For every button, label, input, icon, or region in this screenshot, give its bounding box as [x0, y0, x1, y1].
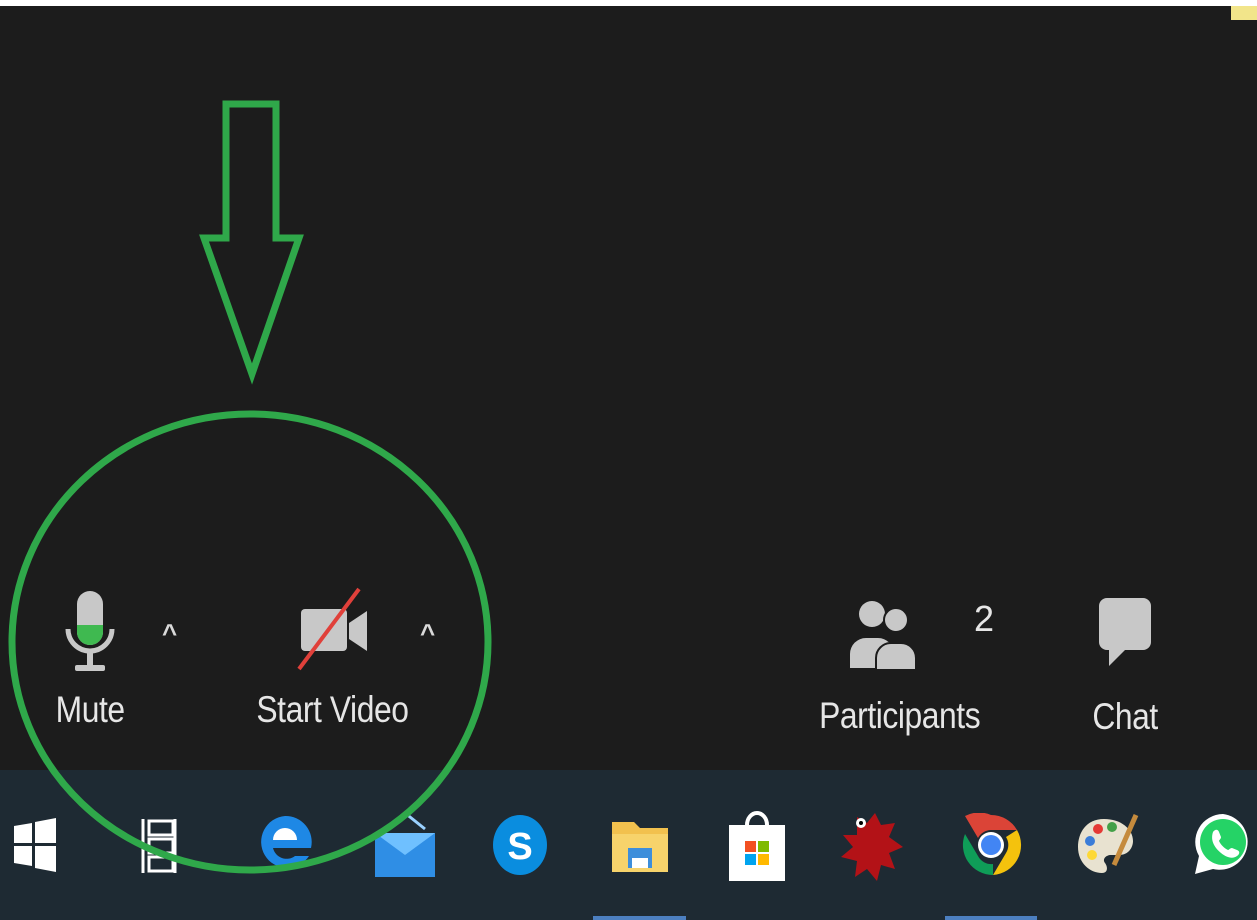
- whatsapp-app[interactable]: [1188, 770, 1257, 920]
- microphone-icon: [65, 591, 115, 671]
- task-view-icon: [141, 819, 177, 873]
- chat-bubble-icon: [1099, 598, 1151, 666]
- chrome-app[interactable]: [945, 770, 1037, 920]
- store-app[interactable]: [712, 770, 802, 920]
- windows-icon: [14, 818, 56, 872]
- folder-icon: [611, 822, 668, 872]
- red-creature-icon: [841, 813, 903, 881]
- start-video-label: Start Video: [256, 689, 409, 730]
- meeting-window: [0, 6, 1257, 770]
- chat-button[interactable]: Chat: [1070, 592, 1180, 738]
- skype-app[interactable]: S: [480, 770, 560, 920]
- red-app[interactable]: [828, 770, 918, 920]
- participants-count: 2: [974, 598, 995, 639]
- windows-taskbar: S: [0, 770, 1257, 920]
- chat-label: Chat: [1092, 696, 1158, 737]
- edge-app[interactable]: [240, 770, 330, 920]
- paint-app[interactable]: [1062, 770, 1152, 920]
- task-view-button[interactable]: [120, 770, 200, 920]
- mail-icon: [375, 811, 435, 877]
- skype-icon: S: [493, 815, 547, 875]
- mute-label: Mute: [55, 689, 125, 730]
- edge-icon: [261, 815, 312, 868]
- mail-app[interactable]: [360, 770, 450, 920]
- video-options-caret[interactable]: ^: [420, 618, 435, 649]
- start-video-button[interactable]: Start Video: [240, 585, 425, 731]
- participants-icon: [850, 601, 917, 671]
- audio-options-caret[interactable]: ^: [162, 618, 177, 649]
- corner-highlight: [1231, 6, 1257, 20]
- svg-text:S: S: [507, 826, 532, 868]
- video-off-icon: [296, 587, 367, 671]
- participants-button[interactable]: 2 Participants: [810, 590, 994, 737]
- participants-label: Participants: [819, 695, 981, 736]
- participants-icon-group: 2: [850, 590, 994, 677]
- palette-icon: [1078, 813, 1139, 873]
- whatsapp-icon: [1194, 814, 1248, 874]
- mute-button[interactable]: Mute: [40, 585, 140, 731]
- chrome-icon: [962, 813, 1022, 876]
- store-icon: [729, 811, 785, 881]
- file-explorer-app[interactable]: [593, 770, 686, 920]
- start-button[interactable]: [0, 770, 70, 920]
